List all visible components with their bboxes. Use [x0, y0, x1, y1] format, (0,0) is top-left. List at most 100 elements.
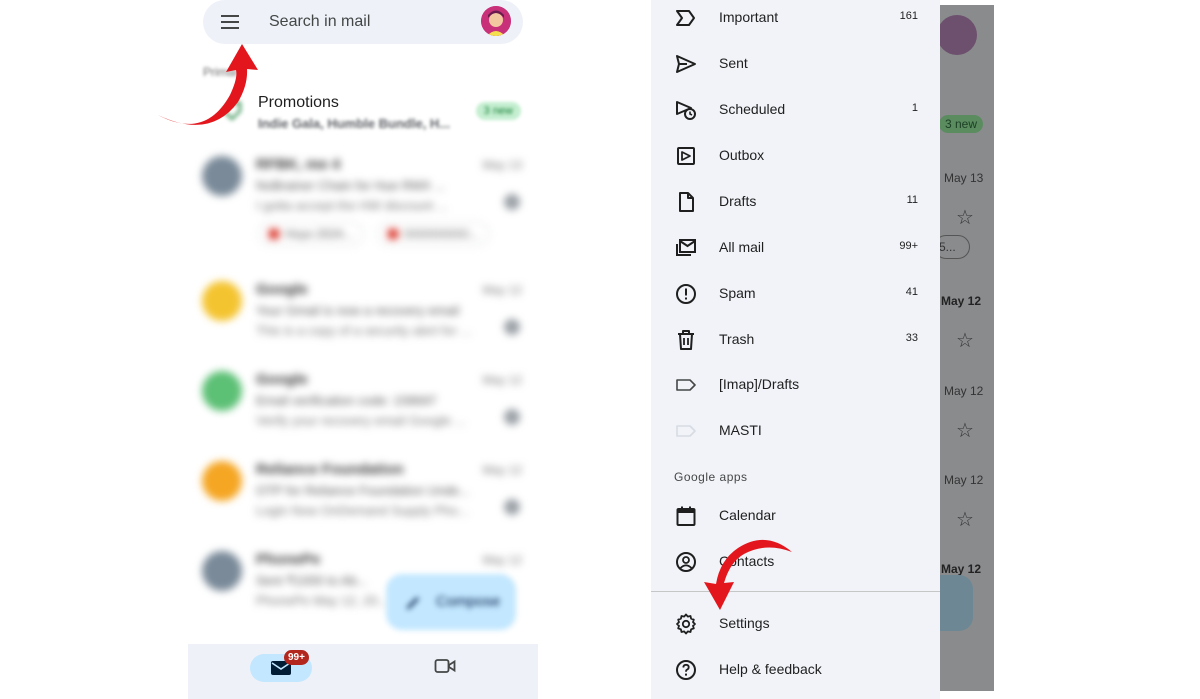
drawer-item-label: Scheduled: [719, 101, 786, 117]
drawer-item-masti[interactable]: MASTI: [651, 411, 940, 451]
drafts-icon: [679, 192, 694, 212]
star-icon[interactable]: ☆: [956, 328, 974, 353]
drawer-item-calendar[interactable]: Calendar: [651, 496, 940, 536]
left-phone-screen: Search in mail Primary Promotions Indie …: [188, 0, 538, 699]
attachment-chips: Hoyo 2024... OOOOOOO...: [258, 222, 498, 246]
promotions-row[interactable]: Promotions Indie Gala, Humble Bundle, H.…: [203, 90, 533, 134]
sender-avatar: [202, 281, 242, 321]
drawer-divider: [651, 591, 940, 592]
drawer-item-important[interactable]: Important 161: [651, 0, 940, 38]
mail-date: May 12: [482, 463, 522, 477]
drawer-item-count: 161: [899, 10, 918, 22]
drawer-item-all-mail[interactable]: All mail 99+: [651, 228, 940, 268]
star-icon[interactable]: [504, 319, 520, 335]
star-icon[interactable]: ☆: [956, 507, 974, 532]
search-placeholder[interactable]: Search in mail: [269, 13, 370, 31]
drawer-item-count: 41: [905, 286, 918, 298]
mail-date: May 12: [482, 283, 522, 297]
promotions-new-badge: 3 new: [939, 115, 984, 133]
mail-date: May 13: [944, 171, 984, 185]
video-camera-icon[interactable]: [434, 657, 456, 675]
sender-avatar: [202, 156, 242, 196]
drawer-item-trash[interactable]: Trash 33: [651, 320, 940, 360]
mail-subject: OTP for Reliance Foundation Unde...: [256, 483, 470, 498]
mail-row[interactable]: RFBK, me 4 NoBrainer Chain for Hue RMX .…: [188, 150, 538, 275]
mail-subject: Sent ₹1000 to Ab...: [256, 573, 368, 588]
drawer-item-label: Help & feedback: [719, 661, 822, 677]
drawer-item-label: MASTI: [719, 422, 762, 438]
drawer-item-count: 11: [906, 194, 918, 206]
mail-date: May 12: [941, 562, 982, 576]
mail-snippet: Verify your recovery email Google ...: [256, 413, 466, 428]
promotions-title: Promotions: [258, 94, 339, 111]
mail-date: May 12: [482, 553, 522, 567]
settings-icon: [676, 613, 696, 635]
promotions-new-badge: 3 new: [475, 102, 521, 120]
compose-label: Compose: [436, 593, 501, 610]
drawer-item-count: 33: [905, 332, 918, 344]
mail-date: May 12: [941, 294, 982, 308]
drawer-item-label: Settings: [719, 615, 770, 631]
drawer-item-help-feedback[interactable]: Help & feedback: [651, 650, 940, 690]
drawer-item-contacts[interactable]: Contacts: [651, 542, 940, 582]
mail-snippet: PhonePe May 12, 20...: [256, 593, 389, 608]
mail-subject: NoBrainer Chain for Hue RMX ...: [256, 178, 446, 193]
all-mail-icon: [676, 239, 696, 256]
star-icon[interactable]: ☆: [956, 205, 974, 230]
drawer-item-outbox[interactable]: Outbox: [651, 136, 940, 176]
drawer-item-imap-drafts[interactable]: [Imap]/Drafts: [651, 365, 940, 405]
pencil-icon: [407, 597, 419, 609]
calendar-icon: [676, 506, 696, 526]
drawer-item-scheduled[interactable]: Scheduled 1: [651, 90, 940, 130]
mail-sender: Google: [256, 371, 308, 388]
trash-icon: [678, 330, 694, 350]
sender-avatar: [202, 551, 242, 591]
sender-avatar: [202, 461, 242, 501]
attachment-chip[interactable]: Hoyo 2024...: [258, 222, 365, 246]
compose-button[interactable]: Compose: [386, 574, 516, 630]
mail-snippet: This is a copy of a security alert for .…: [256, 323, 472, 338]
google-apps-heading: Google apps: [674, 470, 748, 484]
navigation-drawer: Important 161 Sent Scheduled 1 Outbox Dr…: [651, 0, 940, 699]
drawer-item-label: Important: [719, 9, 779, 25]
drawer-item-label: Drafts: [719, 193, 757, 209]
mail-list: RFBK, me 4 NoBrainer Chain for Hue RMX .…: [188, 150, 538, 635]
hamburger-menu-icon[interactable]: [219, 13, 241, 31]
mail-sender: PhonePe: [256, 551, 321, 568]
bottom-navigation: 99+: [188, 644, 538, 699]
mail-sender: Google: [256, 281, 308, 298]
star-icon[interactable]: [504, 194, 520, 210]
account-avatar: [937, 15, 977, 55]
label-light-icon: [676, 425, 696, 437]
drawer-item-drafts[interactable]: Drafts 11: [651, 182, 940, 222]
mail-date: May 12: [944, 473, 984, 487]
star-icon[interactable]: ☆: [956, 418, 974, 443]
search-bar[interactable]: Search in mail: [203, 0, 523, 44]
mail-row[interactable]: Google Email verification code: 158697 V…: [188, 365, 538, 455]
drawer-item-label: [Imap]/Drafts: [719, 376, 800, 392]
mail-date: May 13: [482, 158, 522, 172]
account-avatar[interactable]: [481, 6, 511, 36]
promotions-subtitle: Indie Gala, Humble Bundle, H...: [258, 116, 451, 131]
drawer-item-settings[interactable]: Settings: [651, 604, 940, 644]
mail-row[interactable]: Google Your Gmail is now a recovery emai…: [188, 275, 538, 365]
primary-label: Primary: [203, 65, 245, 79]
outbox-icon: [677, 147, 695, 165]
drawer-item-count: 99+: [899, 240, 918, 252]
contacts-icon: [676, 552, 696, 572]
star-icon[interactable]: [504, 499, 520, 515]
drawer-item-sent[interactable]: Sent: [651, 44, 940, 84]
important-icon: [676, 10, 695, 26]
drawer-item-label: All mail: [719, 239, 765, 255]
star-icon[interactable]: [504, 409, 520, 425]
drawer-item-spam[interactable]: Spam 41: [651, 274, 940, 314]
drawer-item-label: Trash: [719, 331, 755, 347]
mail-date: May 12: [944, 384, 984, 398]
help-icon: [676, 660, 696, 680]
unread-count-badge: 99+: [284, 650, 309, 665]
mail-row[interactable]: Reliance Foundation OTP for Reliance Fou…: [188, 455, 538, 545]
sent-icon: [676, 55, 696, 73]
mail-sender: Reliance Foundation: [256, 461, 404, 478]
drawer-item-count: 1: [911, 102, 918, 114]
attachment-chip[interactable]: OOOOOOO...: [376, 222, 490, 246]
